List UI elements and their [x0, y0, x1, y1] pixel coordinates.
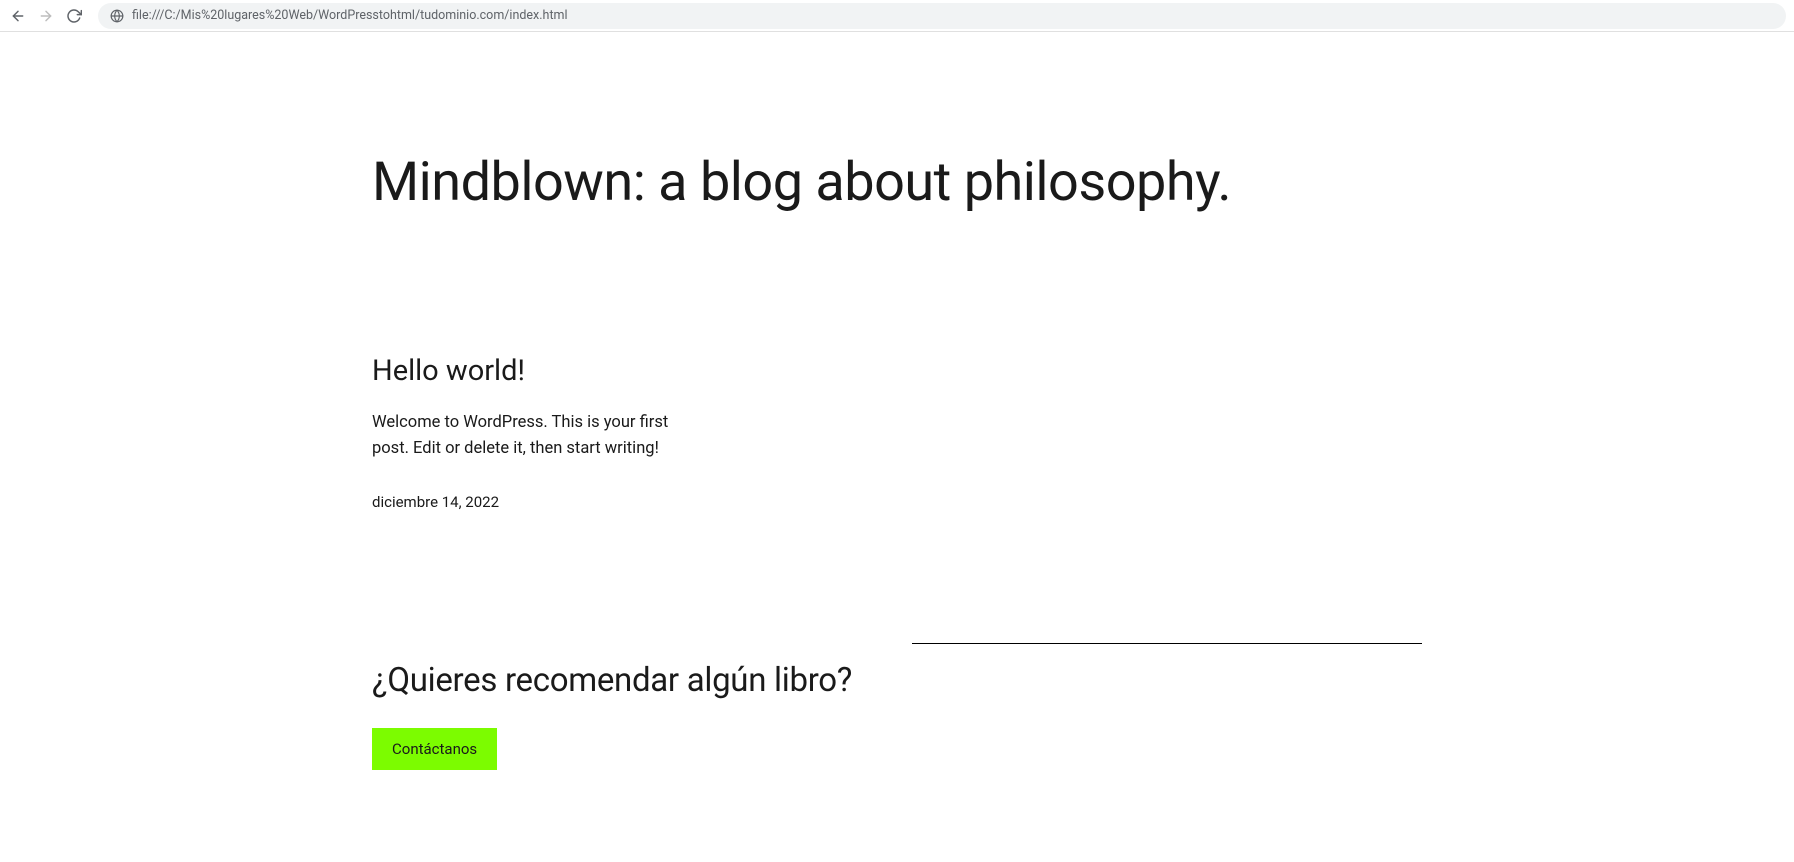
forward-button[interactable] — [36, 6, 56, 26]
post-date: diciembre 14, 2022 — [372, 493, 1422, 511]
reload-button[interactable] — [64, 6, 84, 26]
page-title: Mindblown: a blog about philosophy. — [372, 152, 1422, 214]
horizontal-divider — [912, 643, 1422, 644]
cta-section: ¿Quieres recomendar algún libro? Contáct… — [372, 661, 1422, 770]
cta-title: ¿Quieres recomendar algún libro? — [372, 661, 852, 700]
page-content: Mindblown: a blog about philosophy. Hell… — [372, 152, 1422, 810]
globe-icon — [110, 9, 124, 23]
contact-button[interactable]: Contáctanos — [372, 728, 497, 770]
back-button[interactable] — [8, 6, 28, 26]
url-text: file:///C:/Mis%20lugares%20Web/WordPress… — [132, 8, 568, 23]
address-bar[interactable]: file:///C:/Mis%20lugares%20Web/WordPress… — [98, 3, 1786, 29]
browser-toolbar: file:///C:/Mis%20lugares%20Web/WordPress… — [0, 0, 1794, 32]
post-excerpt: Welcome to WordPress. This is your first… — [372, 410, 702, 461]
post: Hello world! Welcome to WordPress. This … — [372, 354, 1422, 511]
post-title[interactable]: Hello world! — [372, 354, 1422, 388]
